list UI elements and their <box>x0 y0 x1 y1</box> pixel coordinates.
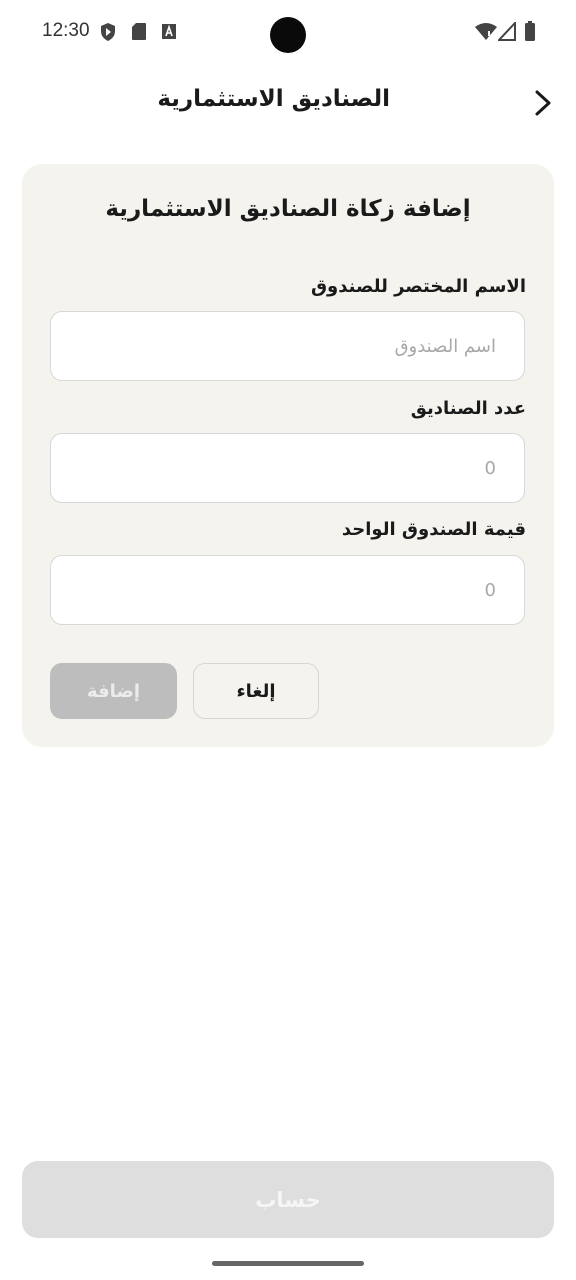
shield-play-icon <box>99 22 117 46</box>
fund-name-input[interactable] <box>50 311 525 381</box>
back-button[interactable] <box>526 88 560 122</box>
cancel-button[interactable]: إلغاء <box>193 663 319 719</box>
add-fund-card: إضافة زكاة الصناديق الاستثمارية الاسم ال… <box>22 164 554 747</box>
fund-name-label: الاسم المختصر للصندوق <box>310 276 526 297</box>
page-title: الصناديق الاستثمارية <box>157 86 390 112</box>
add-button[interactable]: إضافة <box>50 663 177 719</box>
cell-signal-icon <box>496 20 516 45</box>
gesture-nav-handle[interactable] <box>212 1261 364 1266</box>
status-bar: 12:30 <box>0 0 576 64</box>
battery-icon <box>524 21 536 46</box>
app-bar: الصناديق الاستثمارية <box>0 64 576 140</box>
status-time: 12:30 <box>42 20 90 41</box>
fund-count-label: عدد الصناديق <box>410 398 526 419</box>
front-camera <box>270 17 306 53</box>
card-title: إضافة زكاة الصناديق الاستثمارية <box>105 196 471 222</box>
chevron-right-icon <box>534 90 552 120</box>
fund-unit-value-input[interactable] <box>50 555 525 625</box>
fund-count-input[interactable] <box>50 433 525 503</box>
calculate-button[interactable]: حساب <box>22 1161 554 1238</box>
font-a-icon <box>161 23 177 44</box>
fund-unit-value-label: قيمة الصندوق الواحد <box>341 519 526 540</box>
sd-card-icon <box>131 22 147 45</box>
wifi-icon <box>474 22 498 45</box>
